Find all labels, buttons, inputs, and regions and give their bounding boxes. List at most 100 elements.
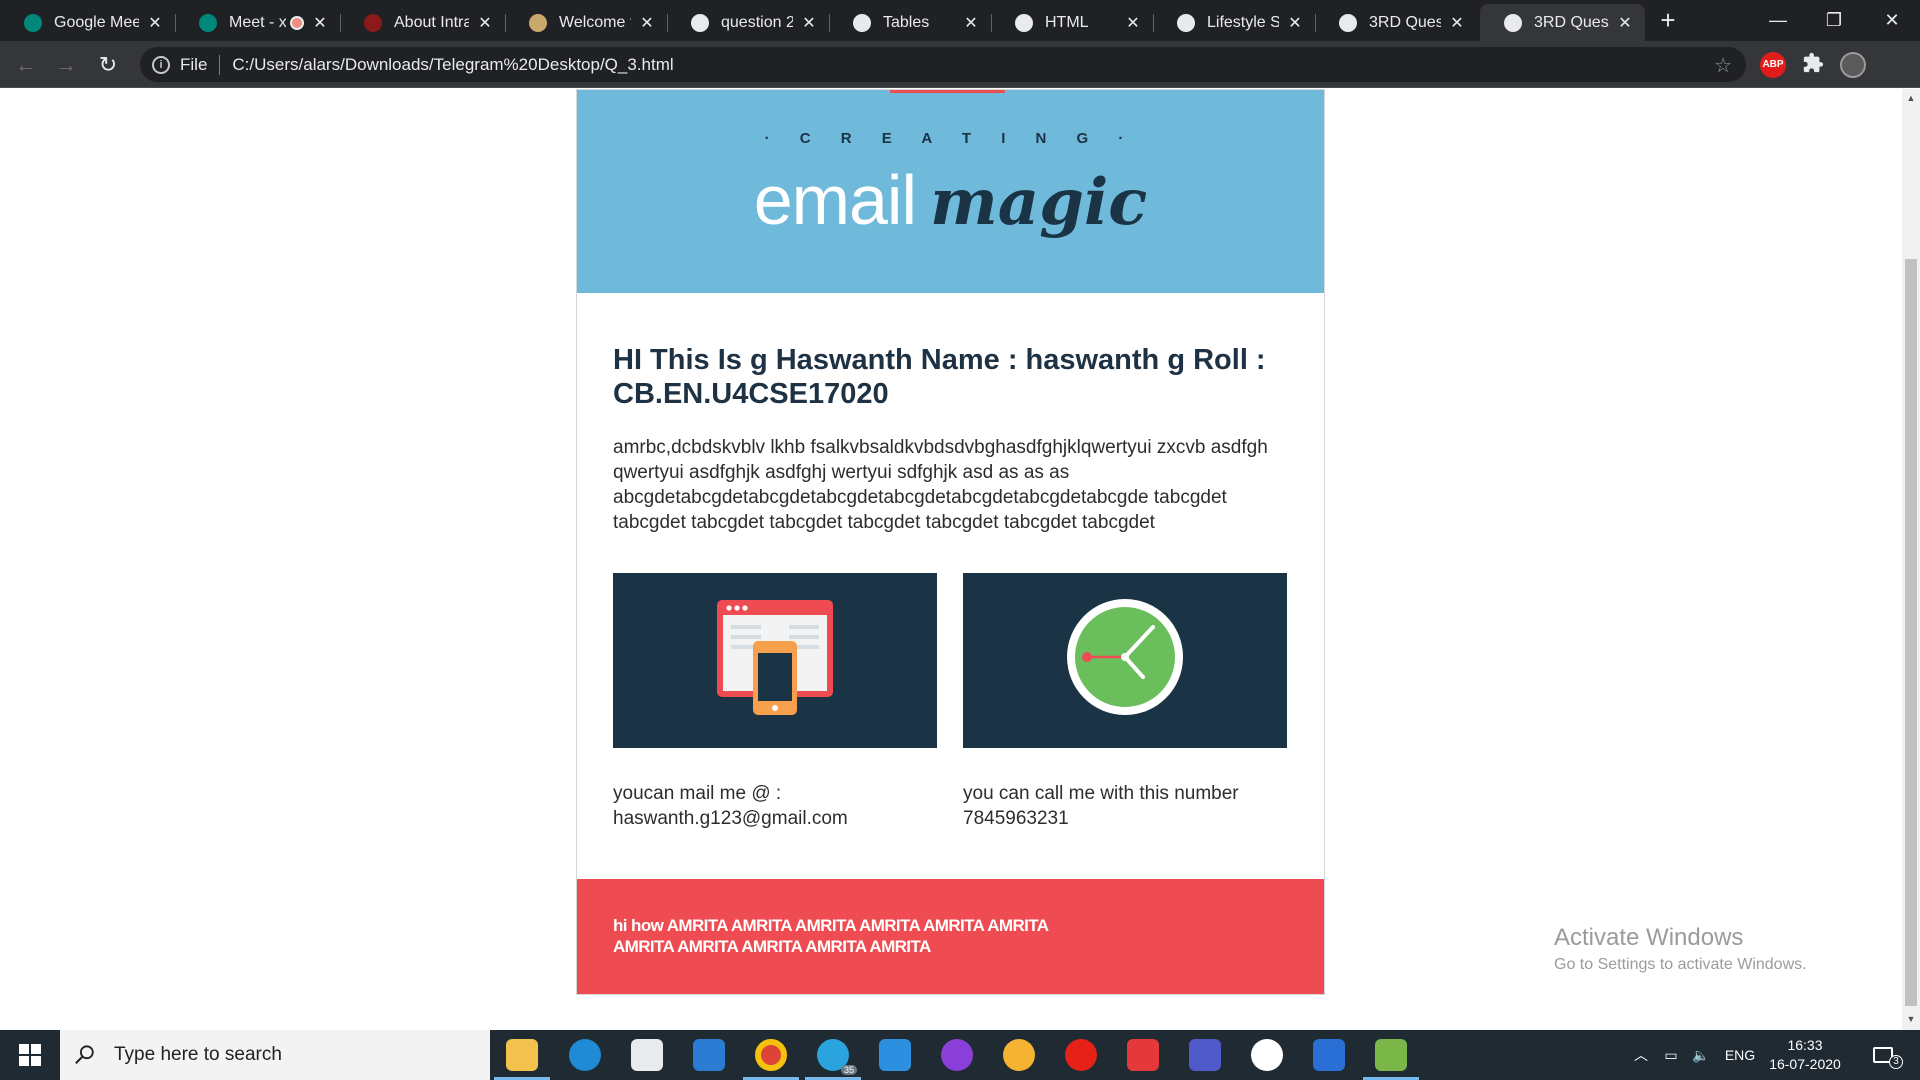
- clock-date: 16-07-2020: [1769, 1056, 1841, 1072]
- tab-welcome[interactable]: Welcome to ✕: [505, 4, 668, 41]
- adblock-extension-icon[interactable]: ABP: [1760, 52, 1786, 78]
- telegram-icon[interactable]: 35: [817, 1039, 857, 1075]
- scroll-down-arrow-icon[interactable]: ▼: [1906, 1014, 1916, 1024]
- address-bar[interactable]: i File C:/Users/alars/Downloads/Telegram…: [140, 47, 1746, 82]
- tab-title: 3RD Questic: [1369, 13, 1441, 31]
- store-icon[interactable]: [631, 1039, 663, 1071]
- hero-accent-line: [890, 90, 1005, 93]
- restore-button[interactable]: ❐: [1806, 0, 1862, 41]
- teams-icon[interactable]: [1189, 1039, 1221, 1071]
- whiteboard-icon[interactable]: [1313, 1039, 1345, 1071]
- tray-overflow-chevron-icon[interactable]: ︿: [1628, 1030, 1654, 1080]
- bookmark-star-icon[interactable]: ☆: [1714, 53, 1732, 78]
- meet-favicon-icon: [199, 13, 217, 32]
- tab-3rd-question[interactable]: 3RD Questic ✕: [1315, 4, 1477, 41]
- forward-button[interactable]: →: [50, 49, 82, 81]
- battery-icon[interactable]: ▭: [1656, 1030, 1686, 1080]
- tab-tables[interactable]: Tables ✕: [829, 4, 992, 41]
- taskbar-clock[interactable]: 16:33 16-07-2020: [1764, 1036, 1846, 1074]
- footer-text: hi how AMRITA AMRITA AMRITA AMRITA AMRIT…: [613, 916, 1048, 956]
- browser-toolbar: ← → ↻ i File C:/Users/alars/Downloads/Te…: [0, 41, 1920, 88]
- windows-taskbar: Type here to search 35 ︿ ▭ 🔈 ENG 16:33 1…: [0, 1030, 1920, 1080]
- close-icon[interactable]: ✕: [1447, 13, 1467, 33]
- chrome-icon[interactable]: [755, 1039, 787, 1071]
- watermark-title: Activate Windows: [1554, 924, 1744, 951]
- file-explorer-icon[interactable]: [506, 1039, 538, 1071]
- close-icon[interactable]: ✕: [1615, 13, 1635, 33]
- mail-icon[interactable]: [693, 1039, 725, 1071]
- tab-strip: Google Meet ✕ Meet - x ✕ About Intranet …: [0, 0, 1920, 41]
- responsive-devices-icon: [717, 600, 833, 715]
- tab-about-intranet[interactable]: About Intranet ✕: [340, 4, 506, 41]
- feature-tile-clock: [963, 573, 1287, 748]
- page-scrollbar[interactable]: ▲ ▼: [1902, 89, 1920, 1030]
- recording-icon: [290, 15, 304, 30]
- close-icon[interactable]: ✕: [961, 13, 981, 33]
- back-button[interactable]: ←: [10, 49, 42, 81]
- close-icon[interactable]: ✕: [1285, 13, 1305, 33]
- image-editor-icon[interactable]: [1375, 1039, 1407, 1071]
- watermark-subtitle: Go to Settings to activate Windows.: [1554, 956, 1807, 973]
- email-paragraph: amrbc,dcbdskvblv lkhb fsalkvbsaldkvbdsdv…: [613, 437, 1268, 533]
- weather-icon[interactable]: [1003, 1039, 1035, 1071]
- info-icon[interactable]: i: [152, 55, 170, 74]
- email-footer: hi how AMRITA AMRITA AMRITA AMRITA AMRIT…: [577, 879, 1324, 994]
- email-heading: HI This Is g Haswanth Name : haswanth g …: [613, 344, 1266, 410]
- tab-google-meet[interactable]: Google Meet ✕: [0, 4, 176, 41]
- tab-title: Google Meet: [54, 13, 139, 31]
- logo-word-email: email: [753, 161, 917, 239]
- podcast-icon[interactable]: [941, 1039, 973, 1071]
- welcome-favicon-icon: [529, 13, 547, 32]
- close-window-button[interactable]: ✕: [1864, 0, 1920, 41]
- close-icon[interactable]: ✕: [1123, 13, 1143, 33]
- tab-meet[interactable]: Meet - x ✕: [175, 4, 341, 41]
- search-icon: [75, 1045, 94, 1064]
- notification-center-icon[interactable]: 3: [1864, 1030, 1912, 1080]
- address-url[interactable]: C:/Users/alars/Downloads/Telegram%20Desk…: [232, 55, 673, 75]
- calendar-icon[interactable]: [1127, 1039, 1159, 1071]
- extensions-puzzle-icon[interactable]: [1800, 52, 1826, 78]
- windows-logo-icon: [19, 1044, 41, 1066]
- email-template: · C R E A T I N G · email magic HI This I…: [576, 89, 1325, 995]
- close-icon[interactable]: ✕: [637, 13, 657, 33]
- tab-title: Meet - x: [229, 13, 286, 31]
- tab-title: HTML: [1045, 13, 1089, 31]
- scrollbar-thumb[interactable]: [1905, 259, 1917, 1006]
- tab-html[interactable]: HTML ✕: [991, 4, 1154, 41]
- language-indicator[interactable]: ENG: [1718, 1030, 1762, 1080]
- new-tab-button[interactable]: +: [1655, 6, 1681, 34]
- telegram-badge: 35: [840, 1065, 857, 1075]
- clock-time: 16:33: [1787, 1037, 1823, 1053]
- close-icon[interactable]: ✕: [145, 13, 165, 33]
- taskbar-search-box[interactable]: Type here to search: [60, 1030, 490, 1080]
- edge-icon[interactable]: [569, 1039, 601, 1071]
- volume-icon[interactable]: 🔈: [1686, 1030, 1716, 1080]
- hero-tagline: · C R E A T I N G ·: [764, 130, 1137, 147]
- profile-avatar[interactable]: [1840, 52, 1866, 78]
- tab-title: question 2.h: [721, 13, 793, 31]
- tab-lifestyle-store[interactable]: Lifestyle Stor ✕: [1153, 4, 1316, 41]
- globe-icon: [1015, 13, 1033, 32]
- close-icon[interactable]: ✕: [310, 13, 330, 33]
- tab-question-2[interactable]: question 2.h ✕: [667, 4, 830, 41]
- tile-caption-phone: you can call me with this number 7845963…: [963, 783, 1239, 829]
- vscode-icon[interactable]: [879, 1039, 911, 1071]
- page-viewport: · C R E A T I N G · email magic HI This I…: [0, 89, 1902, 1030]
- youtube-icon[interactable]: [1065, 1039, 1097, 1071]
- reload-button[interactable]: ↻: [92, 49, 124, 81]
- start-button[interactable]: [0, 1030, 60, 1080]
- close-icon[interactable]: ✕: [799, 13, 819, 33]
- close-icon[interactable]: ✕: [475, 13, 495, 33]
- tab-3rd-question-active[interactable]: 3RD Questic ✕: [1480, 4, 1645, 41]
- slack-icon[interactable]: [1251, 1039, 1283, 1071]
- notification-count: 3: [1889, 1055, 1903, 1069]
- hero-banner: · C R E A T I N G · email magic: [577, 90, 1324, 293]
- intranet-favicon-icon: [364, 13, 382, 32]
- scroll-up-arrow-icon[interactable]: ▲: [1906, 93, 1916, 103]
- tab-title: Welcome to: [559, 13, 631, 31]
- minimize-button[interactable]: —: [1750, 0, 1806, 41]
- tile-caption-email: youcan mail me @ : haswanth.g123@gmail.c…: [613, 783, 848, 829]
- logo-word-magic: magic: [930, 165, 1148, 240]
- globe-icon: [1177, 13, 1195, 32]
- feature-tiles: [613, 573, 1287, 748]
